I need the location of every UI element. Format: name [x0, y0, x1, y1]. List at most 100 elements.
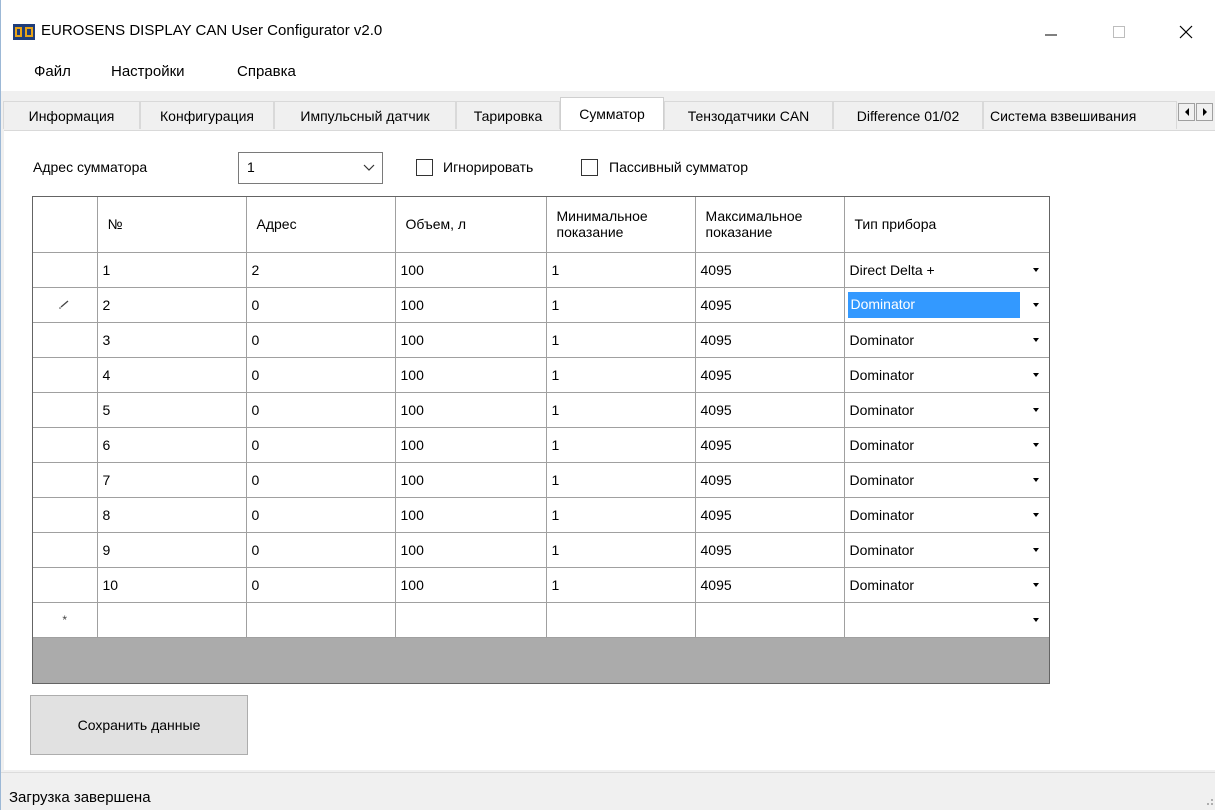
cell-address[interactable]: 2	[246, 252, 396, 288]
column-header-max-reading[interactable]: Максимальное показание	[695, 197, 845, 253]
cell-address[interactable]	[246, 602, 396, 638]
menu-settings[interactable]: Настройки	[111, 63, 185, 80]
dropdown-arrow-icon[interactable]	[1032, 302, 1039, 307]
tab-configuration[interactable]: Конфигурация	[140, 101, 274, 129]
cell-address[interactable]: 0	[246, 322, 396, 358]
cell-min-reading[interactable]: 1	[546, 532, 696, 568]
table-row[interactable]: 5 0 100 1 4095 Dominator	[33, 392, 1049, 428]
cell-address[interactable]: 0	[246, 567, 396, 603]
cell-max-reading[interactable]: 4095	[695, 567, 845, 603]
dropdown-arrow-icon[interactable]	[1032, 442, 1039, 447]
cell-min-reading[interactable]	[546, 602, 696, 638]
cell-number[interactable]	[97, 602, 247, 638]
tab-scroll-left-button[interactable]	[1178, 103, 1195, 121]
tab-pulse-sensor[interactable]: Импульсный датчик	[274, 101, 456, 129]
dropdown-arrow-icon[interactable]	[1032, 582, 1039, 587]
tab-info[interactable]: Информация	[3, 101, 140, 129]
row-header[interactable]	[33, 497, 98, 533]
cell-device-type-select[interactable]: Dominator	[844, 462, 1049, 498]
cell-min-reading[interactable]: 1	[546, 357, 696, 393]
cell-address[interactable]: 0	[246, 497, 396, 533]
table-row[interactable]: 8 0 100 1 4095 Dominator	[33, 497, 1049, 533]
cell-device-type-select[interactable]: Dominator	[844, 357, 1049, 393]
dropdown-arrow-icon[interactable]	[1032, 512, 1039, 517]
row-header[interactable]	[33, 567, 98, 603]
cell-volume[interactable]: 100	[395, 322, 547, 358]
summator-address-select[interactable]: 1	[238, 152, 383, 184]
resize-grip-icon[interactable]	[1204, 796, 1214, 806]
table-row[interactable]: 9 0 100 1 4095 Dominator	[33, 532, 1049, 568]
tab-weighing-system[interactable]: Система взвешивания	[983, 101, 1177, 129]
cell-max-reading[interactable]	[695, 602, 845, 638]
cell-max-reading[interactable]: 4095	[695, 462, 845, 498]
cell-address[interactable]: 0	[246, 532, 396, 568]
column-header-number[interactable]: №	[97, 197, 247, 253]
table-row[interactable]: *	[33, 602, 1049, 638]
cell-number[interactable]: 4	[97, 357, 247, 393]
table-row[interactable]: 2 0 100 1 4095 Dominator	[33, 287, 1049, 323]
cell-volume[interactable]: 100	[395, 462, 547, 498]
cell-min-reading[interactable]: 1	[546, 567, 696, 603]
row-header[interactable]	[33, 357, 98, 393]
cell-max-reading[interactable]: 4095	[695, 252, 845, 288]
menu-help[interactable]: Справка	[237, 63, 296, 80]
cell-device-type-select[interactable]	[844, 602, 1049, 638]
cell-number[interactable]: 6	[97, 427, 247, 463]
row-header[interactable]	[33, 532, 98, 568]
cell-device-type-select[interactable]: Dominator	[844, 567, 1049, 603]
row-header[interactable]	[33, 252, 98, 288]
cell-address[interactable]: 0	[246, 462, 396, 498]
save-data-button[interactable]: Сохранить данные	[30, 695, 248, 755]
cell-device-type-select[interactable]: Dominator	[844, 322, 1049, 358]
cell-number[interactable]: 8	[97, 497, 247, 533]
cell-volume[interactable]: 100	[395, 392, 547, 428]
row-header[interactable]	[33, 287, 98, 323]
column-header-min-reading[interactable]: Минимальное показание	[546, 197, 696, 253]
ignore-checkbox[interactable]	[416, 159, 433, 176]
maximize-button[interactable]	[1094, 14, 1144, 50]
cell-min-reading[interactable]: 1	[546, 287, 696, 323]
row-header[interactable]	[33, 322, 98, 358]
cell-max-reading[interactable]: 4095	[695, 427, 845, 463]
dropdown-arrow-icon[interactable]	[1032, 477, 1039, 482]
cell-volume[interactable]: 100	[395, 287, 547, 323]
cell-min-reading[interactable]: 1	[546, 462, 696, 498]
cell-number[interactable]: 9	[97, 532, 247, 568]
cell-min-reading[interactable]: 1	[546, 252, 696, 288]
cell-number[interactable]: 1	[97, 252, 247, 288]
row-header[interactable]	[33, 392, 98, 428]
cell-max-reading[interactable]: 4095	[695, 357, 845, 393]
cell-address[interactable]: 0	[246, 427, 396, 463]
dropdown-arrow-icon[interactable]	[1032, 267, 1039, 272]
menu-file[interactable]: Файл	[34, 63, 71, 80]
cell-volume[interactable]: 100	[395, 252, 547, 288]
cell-max-reading[interactable]: 4095	[695, 532, 845, 568]
cell-device-type-select[interactable]: Dominator	[844, 532, 1049, 568]
cell-number[interactable]: 5	[97, 392, 247, 428]
tab-summator[interactable]: Сумматор	[560, 97, 664, 130]
table-row[interactable]: 3 0 100 1 4095 Dominator	[33, 322, 1049, 358]
row-header[interactable]: *	[33, 602, 98, 638]
cell-volume[interactable]: 100	[395, 357, 547, 393]
cell-volume[interactable]: 100	[395, 497, 547, 533]
cell-min-reading[interactable]: 1	[546, 497, 696, 533]
dropdown-arrow-icon[interactable]	[1032, 337, 1039, 342]
cell-max-reading[interactable]: 4095	[695, 392, 845, 428]
table-row[interactable]: 4 0 100 1 4095 Dominator	[33, 357, 1049, 393]
cell-device-type-select[interactable]: Direct Delta +	[844, 252, 1049, 288]
column-header-volume[interactable]: Объем, л	[395, 197, 547, 253]
cell-min-reading[interactable]: 1	[546, 427, 696, 463]
cell-max-reading[interactable]: 4095	[695, 497, 845, 533]
cell-address[interactable]: 0	[246, 287, 396, 323]
tab-scroll-right-button[interactable]	[1196, 103, 1213, 121]
cell-max-reading[interactable]: 4095	[695, 322, 845, 358]
table-row[interactable]: 6 0 100 1 4095 Dominator	[33, 427, 1049, 463]
tab-difference[interactable]: Difference 01/02	[833, 101, 983, 129]
cell-device-type-select[interactable]: Dominator	[844, 392, 1049, 428]
cell-volume[interactable]: 100	[395, 427, 547, 463]
cell-min-reading[interactable]: 1	[546, 392, 696, 428]
cell-address[interactable]: 0	[246, 392, 396, 428]
table-row[interactable]: 10 0 100 1 4095 Dominator	[33, 567, 1049, 603]
cell-min-reading[interactable]: 1	[546, 322, 696, 358]
dropdown-arrow-icon[interactable]	[1032, 547, 1039, 552]
